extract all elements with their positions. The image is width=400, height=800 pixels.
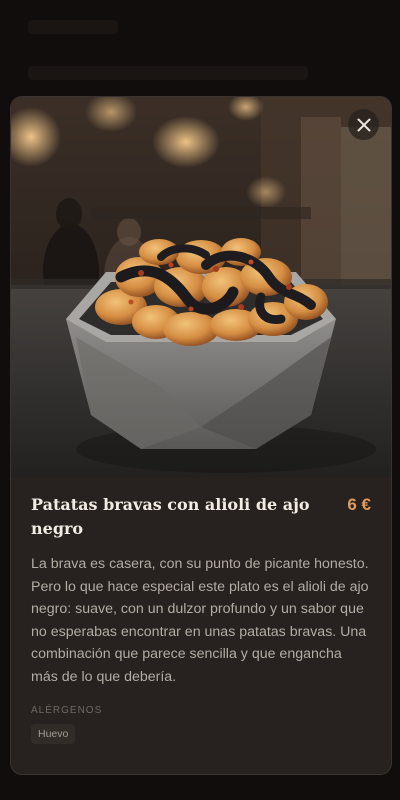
allergens-heading: Alérgenos bbox=[31, 704, 103, 716]
allergen-tags: Huevo bbox=[31, 723, 371, 744]
dish-details: Patatas bravas con alioli de ajo negro 6… bbox=[31, 493, 371, 744]
dish-title: Patatas bravas con alioli de ajo negro bbox=[31, 495, 310, 538]
title-row: Patatas bravas con alioli de ajo negro 6… bbox=[31, 493, 371, 541]
close-button[interactable] bbox=[348, 109, 379, 140]
backdrop-text-placeholder bbox=[28, 66, 308, 80]
dish-price: 6 € bbox=[347, 495, 371, 514]
backdrop-text-placeholder bbox=[28, 20, 118, 34]
close-icon bbox=[357, 118, 370, 131]
dish-photo bbox=[11, 97, 391, 477]
allergen-tag: Huevo bbox=[31, 723, 76, 744]
dish-detail-modal: Patatas bravas con alioli de ajo negro 6… bbox=[10, 96, 392, 775]
dish-description: La brava es casera, con su punto de pica… bbox=[31, 556, 369, 685]
